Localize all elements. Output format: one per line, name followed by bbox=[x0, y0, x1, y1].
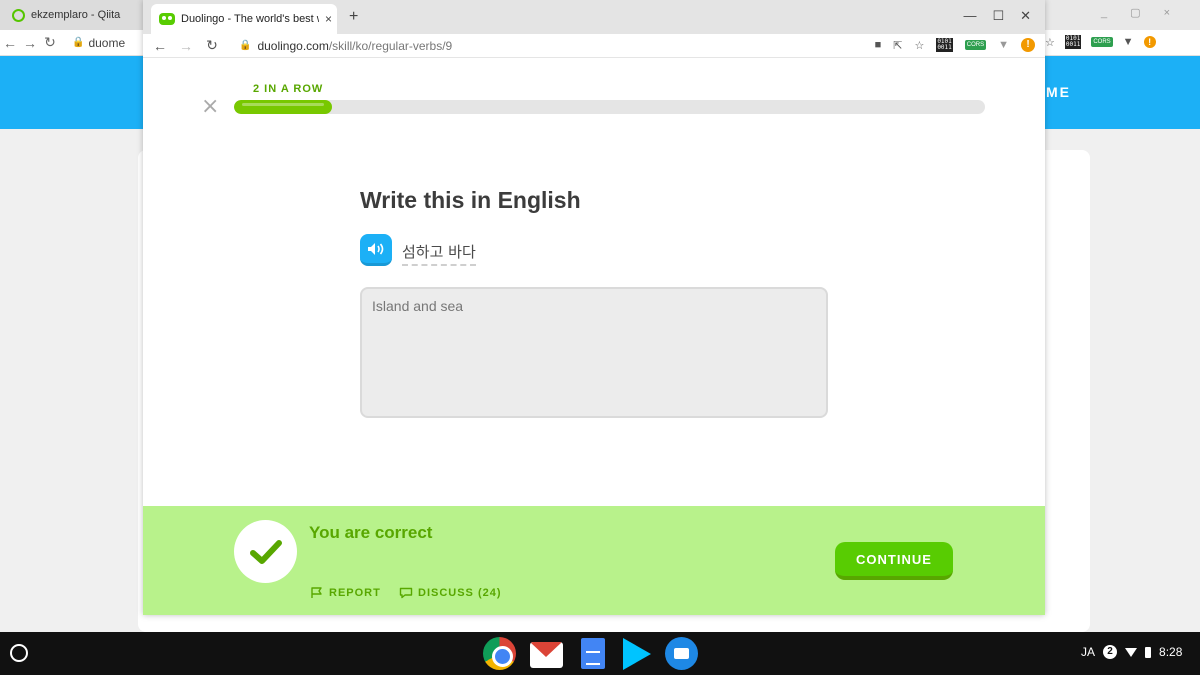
reload-icon[interactable]: ↻ bbox=[199, 37, 225, 54]
star-icon[interactable]: ☆ bbox=[914, 39, 924, 52]
shelf-apps bbox=[483, 637, 698, 670]
report-label: REPORT bbox=[329, 587, 381, 599]
background-tab-qiita[interactable]: ekzemplaro - Qiita bbox=[0, 0, 145, 30]
minimize-icon[interactable]: — bbox=[963, 8, 976, 24]
progress-bar-fill bbox=[234, 100, 332, 114]
notification-count-badge[interactable]: 2 bbox=[1103, 645, 1118, 659]
lock-icon: 🔒 bbox=[72, 37, 85, 48]
url-host: duolingo.com bbox=[257, 38, 329, 53]
back-arrow-icon[interactable]: ← bbox=[0, 35, 20, 51]
background-extensions: ☆ 0101 0011 CORS ▼ ! bbox=[1045, 30, 1156, 54]
launcher-icon[interactable] bbox=[10, 644, 28, 662]
alert-icon[interactable]: ! bbox=[1021, 38, 1035, 52]
forward-arrow-icon[interactable]: → bbox=[20, 35, 40, 51]
progress-bar bbox=[234, 100, 985, 114]
vee-extension-icon[interactable]: ▼ bbox=[1123, 36, 1134, 48]
qiita-logo-icon bbox=[12, 8, 25, 22]
open-external-icon[interactable]: ⇱ bbox=[893, 39, 902, 52]
tab-duolingo[interactable]: Duolingo - The world's best wa × bbox=[151, 4, 337, 34]
window-controls: — ☐ ✕ bbox=[963, 8, 1031, 24]
video-camera-icon[interactable]: ■ bbox=[875, 39, 882, 51]
battery-icon bbox=[1145, 646, 1152, 658]
answer-textarea[interactable]: Island and sea bbox=[360, 287, 828, 418]
report-button[interactable]: REPORT bbox=[310, 587, 381, 599]
tabstrip: Duolingo - The world's best wa × + — ☐ ✕ bbox=[143, 0, 1045, 34]
flag-icon bbox=[311, 587, 322, 598]
tab-title: Duolingo - The world's best wa bbox=[181, 13, 319, 25]
background-tab-title: ekzemplaro - Qiita bbox=[31, 9, 121, 21]
cors-extension-icon[interactable]: CORS bbox=[1091, 37, 1113, 47]
challenge-title: Write this in English bbox=[360, 187, 581, 213]
duolingo-logo-icon bbox=[159, 13, 175, 25]
ime-indicator[interactable]: JA bbox=[1081, 645, 1095, 659]
vee-extension-icon[interactable]: ▼ bbox=[998, 39, 1009, 51]
binary-extension-icon[interactable]: 0101 0011 bbox=[936, 38, 953, 52]
extensions-area: ■ ⇱ ☆ 0101 0011 CORS ▼ ! bbox=[875, 38, 1035, 52]
address-bar[interactable]: duolingo.com/skill/ko/regular-verbs/9 bbox=[257, 39, 452, 53]
tab-close-icon[interactable]: × bbox=[325, 12, 332, 26]
binary-extension-icon[interactable]: 0101 0011 bbox=[1064, 35, 1082, 49]
continue-button[interactable]: CONTINUE bbox=[835, 542, 953, 580]
play-audio-button[interactable] bbox=[360, 234, 392, 266]
forward-arrow-icon[interactable]: → bbox=[173, 38, 199, 54]
streak-label: 2 IN A ROW bbox=[253, 83, 324, 95]
speaker-icon bbox=[368, 242, 384, 255]
url-path: /skill/ko/regular-verbs/9 bbox=[328, 38, 453, 53]
close-window-icon[interactable]: ✕ bbox=[1020, 8, 1031, 24]
back-arrow-icon[interactable]: ← bbox=[147, 38, 173, 54]
status-tray[interactable]: JA 2 8:28 bbox=[1081, 645, 1182, 659]
gmail-app-icon[interactable] bbox=[530, 642, 563, 668]
duolingo-browser-window: Duolingo - The world's best wa × + — ☐ ✕… bbox=[143, 0, 1045, 615]
alert-icon[interactable]: ! bbox=[1143, 36, 1156, 48]
comment-icon bbox=[399, 587, 413, 599]
reload-icon[interactable]: ↻ bbox=[40, 34, 60, 51]
feedback-title: You are correct bbox=[309, 523, 433, 542]
feedback-panel: You are correct REPORT DISCUSS (24) CONT… bbox=[143, 506, 1045, 615]
docs-app-icon[interactable] bbox=[581, 638, 605, 669]
background-banner-text: ME bbox=[1046, 84, 1071, 100]
maximize-icon[interactable]: ☐ bbox=[992, 8, 1004, 24]
lock-icon: 🔒 bbox=[239, 40, 252, 51]
discuss-button[interactable]: DISCUSS (24) bbox=[399, 587, 502, 599]
os-shelf: JA 2 8:28 bbox=[0, 632, 1200, 675]
chrome-app-icon[interactable] bbox=[483, 637, 516, 670]
checkmark-icon bbox=[249, 539, 282, 564]
correct-check-badge bbox=[234, 520, 297, 583]
star-icon[interactable]: ☆ bbox=[1045, 36, 1055, 49]
discuss-label: DISCUSS (24) bbox=[418, 587, 502, 599]
close-lesson-icon[interactable]: × bbox=[201, 96, 219, 118]
background-url[interactable]: duome bbox=[88, 36, 125, 50]
files-app-icon[interactable] bbox=[665, 637, 698, 670]
prompt-sentence[interactable]: 섬하고 바다 bbox=[402, 241, 476, 266]
wifi-icon bbox=[1125, 647, 1138, 657]
clock[interactable]: 8:28 bbox=[1159, 645, 1182, 659]
background-window-controls[interactable]: _ ▢ × bbox=[1101, 6, 1180, 19]
new-tab-button[interactable]: + bbox=[349, 8, 358, 26]
play-store-app-icon[interactable] bbox=[623, 637, 651, 670]
cors-extension-icon[interactable]: CORS bbox=[964, 40, 987, 50]
